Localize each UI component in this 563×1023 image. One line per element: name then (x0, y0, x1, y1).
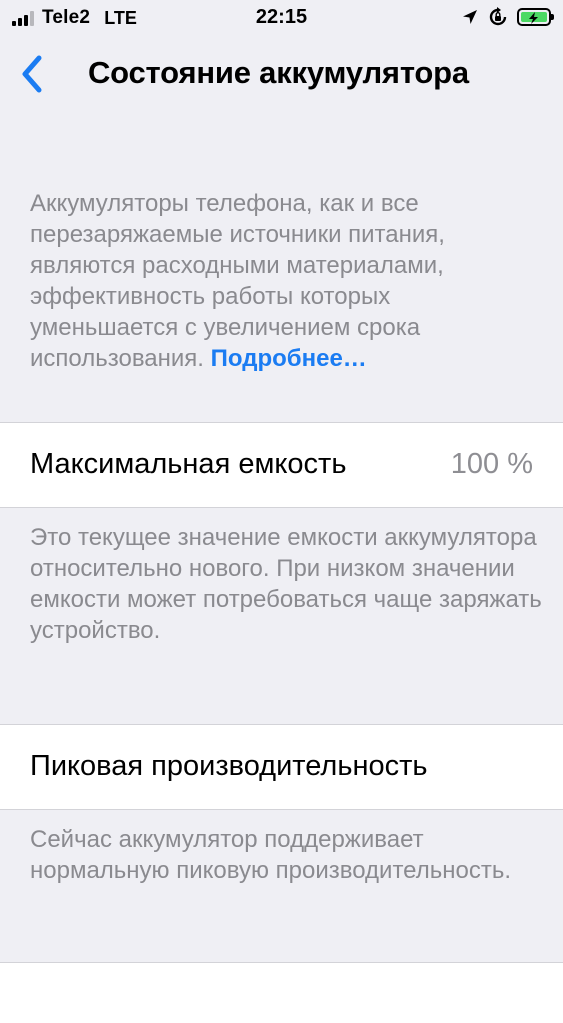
chevron-left-icon (22, 55, 42, 93)
maximum-capacity-row: Максимальная емкость 100 % (0, 422, 563, 508)
capacity-description: Это текущее значение емкости аккумулятор… (30, 524, 542, 644)
battery-charging-icon (517, 8, 554, 26)
location-arrow-icon (463, 10, 477, 24)
next-section-row (0, 962, 563, 1023)
maximum-capacity-value: 100 % (450, 448, 533, 480)
intro-description: Аккумуляторы телефона, как и все перезар… (30, 188, 543, 374)
navigation-bar: Состояние аккумулятора (0, 42, 563, 106)
maximum-capacity-label: Максимальная емкость (30, 448, 347, 480)
learn-more-link[interactable]: Подробнее… (211, 345, 367, 372)
status-right (461, 6, 554, 28)
performance-description: Сейчас аккумулятор поддерживает нормальн… (30, 826, 511, 884)
peak-performance-label: Пиковая производительность (30, 750, 428, 782)
peak-performance-row: Пиковая производительность (0, 724, 563, 810)
page-title: Состояние аккумулятора (88, 55, 469, 90)
rotation-lock-icon (489, 7, 507, 26)
status-bar: Tele2 LTE 22:15 (0, 0, 563, 36)
back-button[interactable] (12, 52, 52, 96)
